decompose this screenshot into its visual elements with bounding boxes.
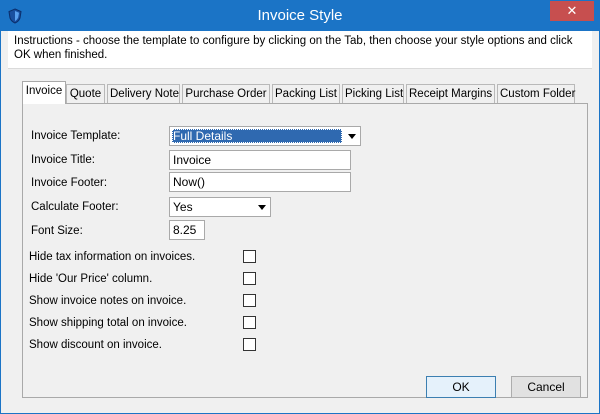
close-button[interactable]: ✕ — [550, 1, 594, 21]
calculate-footer-select[interactable]: Yes — [169, 197, 271, 217]
tab-receipt-margins[interactable]: Receipt Margins — [406, 84, 495, 103]
show-shipping-label: Show shipping total on invoice. — [29, 317, 187, 329]
show-discount-label: Show discount on invoice. — [29, 339, 162, 351]
ok-button[interactable]: OK — [426, 376, 496, 398]
instructions-text: Instructions - choose the template to co… — [8, 31, 592, 69]
invoice-template-label: Invoice Template: — [31, 130, 121, 142]
invoice-title-label: Invoice Title: — [31, 154, 95, 166]
invoice-template-select[interactable]: Full Details — [169, 126, 361, 146]
invoice-template-value: Full Details — [172, 129, 342, 143]
font-size-label: Font Size: — [31, 225, 83, 237]
hide-our-price-label: Hide 'Our Price' column. — [29, 273, 153, 285]
chevron-down-icon — [258, 205, 266, 210]
show-discount-checkbox[interactable] — [243, 338, 256, 351]
show-notes-checkbox[interactable] — [243, 294, 256, 307]
invoice-tab-panel: Invoice Template: Full Details Invoice T… — [22, 103, 588, 398]
tab-custom-folder[interactable]: Custom Folder — [497, 84, 575, 103]
tab-purchase-order[interactable]: Purchase Order — [182, 84, 270, 103]
font-size-input[interactable]: 8.25 — [169, 220, 205, 240]
hide-tax-checkbox[interactable] — [243, 250, 256, 263]
tab-delivery-note[interactable]: Delivery Note — [107, 84, 180, 103]
show-shipping-checkbox[interactable] — [243, 316, 256, 329]
window-title: Invoice Style — [257, 7, 343, 24]
show-notes-label: Show invoice notes on invoice. — [29, 295, 187, 307]
calculate-footer-label: Calculate Footer: — [31, 201, 119, 213]
chevron-down-icon — [348, 134, 356, 139]
tab-invoice[interactable]: Invoice — [22, 81, 66, 104]
invoice-footer-label: Invoice Footer: — [31, 177, 108, 189]
tab-quote[interactable]: Quote — [66, 84, 105, 103]
cancel-button[interactable]: Cancel — [511, 376, 581, 398]
title-bar[interactable]: Invoice Style ✕ — [1, 1, 599, 31]
dialog-body: Instructions - choose the template to co… — [8, 31, 592, 407]
invoice-style-dialog: Invoice Style ✕ Instructions - choose th… — [0, 0, 600, 414]
invoice-title-input[interactable]: Invoice — [169, 150, 351, 170]
tab-packing-list[interactable]: Packing List — [272, 84, 340, 103]
tab-picking-list[interactable]: Picking List — [342, 84, 404, 103]
hide-our-price-checkbox[interactable] — [243, 272, 256, 285]
calculate-footer-value: Yes — [173, 200, 193, 214]
hide-tax-label: Hide tax information on invoices. — [29, 251, 196, 263]
invoice-footer-input[interactable]: Now() — [169, 172, 351, 192]
